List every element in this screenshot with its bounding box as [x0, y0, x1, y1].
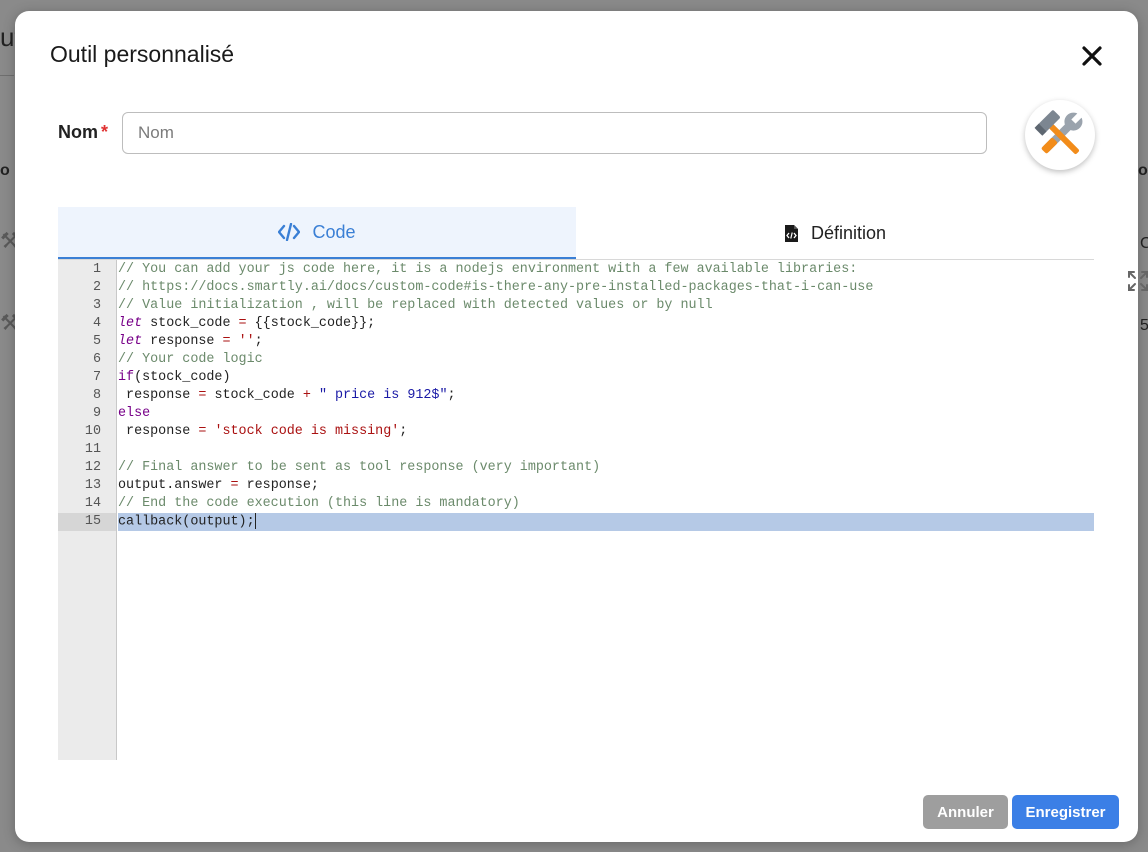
code-text: stock_code [206, 388, 303, 403]
code-operator: = [230, 478, 239, 493]
line-number: 14 [84, 496, 101, 511]
line-number: 1 [92, 262, 101, 277]
code-text: stock_code [142, 316, 239, 331]
code-text: {{stock_code}}; [246, 316, 376, 331]
text-cursor [254, 513, 256, 529]
tab-definition-label: Définition [810, 222, 887, 243]
close-icon[interactable] [1077, 41, 1107, 71]
line-number-active: 15 [58, 513, 116, 531]
code-line: if(stock_code) [118, 369, 1094, 387]
custom-tool-modal: Outil personnalisé Nom * Nom Code Défini… [15, 11, 1148, 842]
code-text: response [118, 388, 199, 403]
line-number: 3 [92, 298, 101, 313]
code-comment: // Final answer to be sent as tool respo… [118, 460, 601, 475]
code-string: '' [238, 334, 255, 349]
code-area[interactable]: // You can add your js code here, it is … [118, 260, 1148, 760]
code-line: // End the code execution (this line is … [118, 495, 1094, 513]
code-text: response; [238, 478, 319, 493]
code-operator: = [238, 316, 247, 331]
code-keyword: if [118, 370, 135, 385]
code-string: " price is 912$" [318, 388, 448, 403]
code-icon [278, 223, 301, 241]
code-operator: = [222, 334, 231, 349]
code-line: // You can add your js code here, it is … [118, 261, 1094, 279]
background-divider [0, 75, 14, 76]
background-header-fragment: o [0, 162, 10, 179]
code-comment: // Your code logic [118, 352, 263, 367]
code-comment: // https://docs.smartly.ai/docs/custom-c… [118, 280, 874, 295]
code-line: output.answer = response; [118, 477, 1094, 495]
code-comment: // End the code execution (this line is … [118, 496, 520, 511]
tab-definition[interactable]: Définition [576, 207, 1094, 259]
code-keyword: else [118, 406, 151, 421]
code-line: // Final answer to be sent as tool respo… [118, 459, 1094, 477]
line-number-gutter: 1 2 3 4 5 6 7 8 9 10 11 12 13 14 15 [58, 260, 117, 760]
code-text: callback(output); [118, 514, 255, 530]
code-text: ; [254, 334, 263, 349]
tab-code[interactable]: Code [58, 207, 576, 259]
code-line-active: callback(output); [118, 513, 1094, 531]
code-line: let response = ''; [118, 333, 1094, 351]
file-code-icon [784, 224, 799, 243]
name-label-text: Nom [58, 122, 98, 142]
code-text: response [118, 424, 199, 439]
code-line: response = stock_code + " price is 912$"… [118, 387, 1094, 405]
name-input[interactable] [122, 112, 987, 154]
line-number: 11 [84, 442, 101, 457]
line-number: 7 [92, 370, 101, 385]
background-header-fragment-right: o [1138, 162, 1148, 179]
tools-icon[interactable] [1025, 100, 1095, 170]
save-button[interactable]: Enregistrer [1012, 795, 1119, 829]
line-number: 5 [92, 334, 101, 349]
code-editor[interactable]: 1 2 3 4 5 6 7 8 9 10 11 12 13 14 15 // Y… [58, 260, 1148, 760]
code-comment: // Value initialization , will be replac… [118, 298, 713, 313]
code-keyword: let [118, 316, 143, 331]
line-number: 13 [84, 478, 101, 493]
line-number: 12 [84, 460, 101, 475]
editor-tabs: Code Définition [58, 207, 1094, 260]
background-cell-fragment: C [1140, 235, 1148, 252]
required-marker: * [101, 122, 109, 142]
code-text: (stock_code) [134, 370, 231, 385]
code-operator: + [302, 388, 311, 403]
expand-icon[interactable] [1127, 270, 1148, 292]
code-text: response [142, 334, 223, 349]
name-label: Nom * [58, 122, 108, 143]
line-number: 6 [92, 352, 101, 367]
code-comment: // You can add your js code here, it is … [118, 262, 858, 277]
code-line: // Value initialization , will be replac… [118, 297, 1094, 315]
line-number: 8 [92, 388, 101, 403]
modal-title: Outil personnalisé [50, 41, 235, 67]
code-keyword: let [118, 334, 143, 349]
line-number: 2 [92, 280, 101, 295]
code-line: let stock_code = {{stock_code}}; [118, 315, 1094, 333]
code-text: ; [447, 388, 456, 403]
code-line: response = 'stock code is missing'; [118, 423, 1094, 441]
tab-code-label: Code [312, 221, 356, 242]
line-number: 4 [92, 316, 101, 331]
code-line: // Your code logic [118, 351, 1094, 369]
code-text: output.answer [118, 478, 231, 493]
code-text: ; [399, 424, 408, 439]
code-line: else [118, 405, 1094, 423]
code-line: // https://docs.smartly.ai/docs/custom-c… [118, 279, 1094, 297]
background-cell-fragment: 5 [1140, 317, 1148, 334]
code-string: 'stock code is missing' [214, 424, 400, 439]
line-number: 10 [84, 424, 101, 439]
cancel-button[interactable]: Annuler [923, 795, 1008, 829]
line-number: 9 [92, 406, 101, 421]
